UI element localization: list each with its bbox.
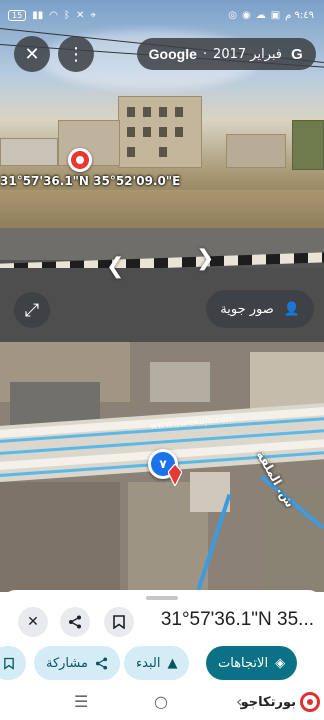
- imagery-date: فبراير 2017: [213, 46, 282, 62]
- bookmark-icon: [4, 657, 14, 670]
- status-time: ٩:٤٩ م: [285, 10, 314, 21]
- recent-apps-icon[interactable]: ☰: [74, 692, 88, 711]
- more-vertical-icon: ⋮: [67, 43, 85, 65]
- home-icon[interactable]: ○: [154, 692, 168, 711]
- street-view-panorama[interactable]: ✕ ⋮ Google · فبراير 2017 G 31°57'36.1"N …: [0, 0, 324, 342]
- red-map-marker-icon: [168, 464, 182, 486]
- brand-name: بورتكاجو: [240, 694, 296, 710]
- close-icon: ✕: [27, 614, 39, 630]
- share-icon: [95, 656, 108, 670]
- screen: ✕ ⋮ Google · فبراير 2017 G 31°57'36.1"N …: [0, 0, 324, 720]
- person-icon: 👤: [283, 301, 300, 317]
- aerial-label: صور جوية: [220, 301, 274, 317]
- navigation-arrow-icon: ▲: [167, 655, 178, 671]
- share-icon-button[interactable]: [60, 607, 90, 637]
- satellite-map[interactable]: www.aurekajo.com ش. الملقة ٧: [0, 342, 324, 592]
- building: [0, 138, 58, 166]
- wifi-icon: ◠: [49, 10, 58, 21]
- start-navigation-button[interactable]: البدء ▲: [124, 646, 190, 680]
- status-bar: 15 ▮▮ ◠ ᛒ ✕ ⌖ ◎ ◉ ☁ ▣ ٩:٤٩ م: [0, 0, 324, 30]
- sheet-header: ✕ 31°57'36.1"N 35...: [0, 606, 324, 638]
- brand-watermark: بورتكاجو: [241, 692, 320, 712]
- navigate-back-arrow-icon[interactable]: ❮: [106, 254, 124, 279]
- place-bottom-sheet[interactable]: ✕ 31°57'36.1"N 35... مشاركة البدء ▲ الات…: [0, 590, 324, 688]
- expand-button[interactable]: ⤢: [14, 292, 50, 328]
- expand-icon: ⤢: [24, 299, 40, 321]
- battery-level: 15: [12, 11, 23, 20]
- instagram-icon: ◎: [228, 10, 237, 21]
- save-button[interactable]: [0, 646, 26, 680]
- signal-icon: ▮▮: [32, 10, 44, 21]
- vacant-lot: [0, 190, 324, 230]
- share-button[interactable]: مشاركة: [34, 646, 120, 680]
- share-icon: [69, 615, 81, 629]
- map-block: [0, 482, 120, 592]
- google-label: Google: [148, 46, 197, 62]
- directions-button[interactable]: الاتجاهات ◈: [206, 646, 298, 680]
- separator-dot: ·: [202, 46, 208, 62]
- directions-label: الاتجاهات: [218, 655, 269, 671]
- pin-coordinates: 31°57'36.1"N 35°52'09.0"E: [0, 174, 181, 188]
- save-icon-button[interactable]: [104, 607, 134, 637]
- drag-handle[interactable]: [146, 596, 178, 600]
- bluetooth-icon: ᛒ: [63, 10, 70, 21]
- close-icon: ✕: [24, 43, 40, 65]
- location-icon: ⌖: [90, 10, 96, 21]
- close-sheet-button[interactable]: ✕: [18, 607, 48, 637]
- bookmark-icon: [113, 615, 125, 629]
- status-left: 15 ▮▮ ◠ ᛒ ✕ ⌖: [8, 10, 96, 21]
- google-g-icon: G: [291, 45, 303, 63]
- aerial-imagery-button[interactable]: صور جوية 👤: [206, 290, 314, 328]
- notification-icon: ◉: [241, 10, 251, 21]
- brand-logo-icon: [300, 692, 320, 712]
- close-button[interactable]: ✕: [14, 36, 50, 72]
- image-icon: ▣: [270, 10, 281, 21]
- tree: [292, 120, 324, 170]
- action-buttons: مشاركة البدء ▲ الاتجاهات ◈: [0, 646, 324, 682]
- location-pin-icon: [68, 148, 92, 172]
- system-navigation-bar: ☰ ○ ‹ بورتكاجو: [0, 688, 324, 720]
- imagery-date-chip[interactable]: Google · فبراير 2017 G: [136, 38, 316, 70]
- place-title: 31°57'36.1"N 35...: [160, 609, 314, 630]
- map-block: [150, 362, 210, 402]
- directions-icon: ◈: [275, 655, 286, 671]
- building: [118, 96, 202, 168]
- share-label: مشاركة: [46, 655, 88, 671]
- building: [226, 134, 286, 168]
- navigate-forward-arrow-icon[interactable]: ❯: [196, 246, 214, 271]
- cloud-icon: ☁: [255, 10, 266, 21]
- status-right: ◎ ◉ ☁ ▣ ٩:٤٩ م: [228, 10, 314, 21]
- mute-icon: ✕: [75, 10, 85, 21]
- location-badge: ٧: [159, 457, 167, 471]
- more-options-button[interactable]: ⋮: [58, 36, 94, 72]
- start-label: البدء: [136, 655, 161, 671]
- battery-icon: 15: [8, 10, 27, 21]
